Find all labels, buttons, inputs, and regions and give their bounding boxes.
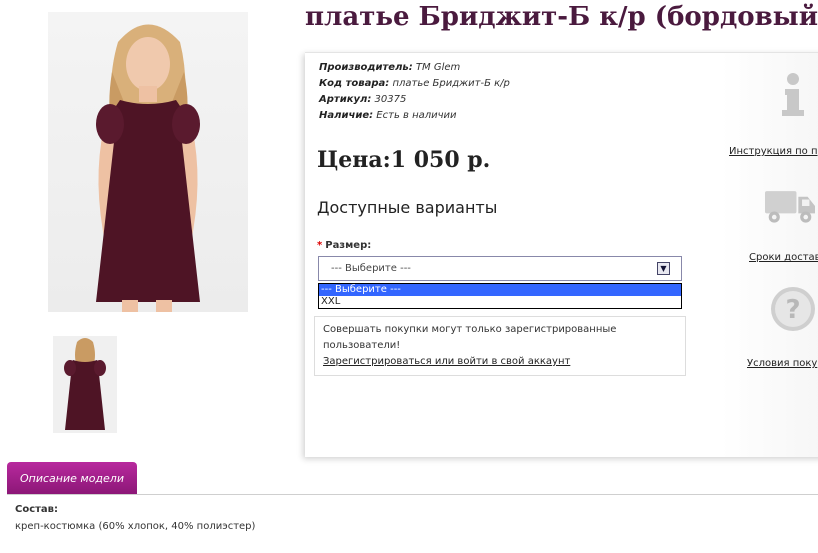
purchase-terms-link[interactable]: Условия поку [747, 358, 817, 369]
product-code-row: Код товара: платье Бриджит-Б к/р [319, 78, 510, 89]
required-mark: * [317, 240, 323, 251]
article-row: Артикул: 30375 [319, 94, 406, 105]
register-login-link[interactable]: Зарегистрироваться или войти в свой акка… [323, 354, 677, 370]
product-code-value: платье Бриджит-Б к/р [392, 78, 510, 89]
size-dropdown-list[interactable]: --- Выберите --- XXL [318, 283, 682, 309]
availability-label: Наличие: [319, 110, 374, 121]
variants-heading: Доступные варианты [317, 198, 498, 217]
manufacturer-row: Производитель: TM Glem [319, 62, 460, 73]
product-price: Цена:1 050 р. [317, 147, 491, 173]
article-value: 30375 [374, 94, 407, 105]
login-notice-text: Совершать покупки могут только зарегистр… [323, 324, 617, 351]
size-select-value: --- Выберите --- [331, 263, 411, 274]
product-main-image[interactable] [48, 12, 248, 312]
size-label-text: Размер: [325, 240, 372, 251]
manufacturer-label: Производитель: [319, 62, 413, 73]
question-icon[interactable]: ? [768, 284, 818, 334]
product-panel: Производитель: TM Glem Код товара: плать… [305, 52, 818, 457]
availability-value: Есть в наличии [376, 110, 457, 121]
product-thumbnail[interactable] [53, 336, 117, 433]
login-notice: Совершать покупки могут только зарегистр… [314, 316, 686, 376]
size-option-choose[interactable]: --- Выберите --- [319, 284, 681, 296]
size-label: * Размер: [317, 240, 371, 251]
tab-model-description[interactable]: Описание модели [7, 462, 137, 494]
instruction-link[interactable]: Инструкция по п [729, 146, 818, 157]
tab-divider [7, 494, 818, 495]
article-label: Артикул: [319, 94, 372, 105]
delivery-terms-link[interactable]: Сроки достав [749, 252, 818, 263]
composition-heading: Состав: [15, 504, 59, 515]
product-title: платье Бриджит-Б к/р (бордовый) [305, 2, 818, 32]
size-option-xxl[interactable]: XXL [319, 296, 681, 308]
composition-text: креп-костюмка (60% хлопок, 40% полиэстер… [15, 521, 256, 532]
product-code-label: Код товара: [319, 78, 390, 89]
availability-row: Наличие: Есть в наличии [319, 110, 457, 121]
manufacturer-value[interactable]: TM Glem [416, 62, 460, 73]
svg-text:?: ? [785, 295, 800, 325]
truck-icon[interactable] [765, 181, 815, 231]
info-icon[interactable] [768, 69, 818, 119]
chevron-down-icon[interactable]: ▼ [657, 262, 670, 275]
size-select[interactable]: --- Выберите --- ▼ [318, 256, 682, 281]
